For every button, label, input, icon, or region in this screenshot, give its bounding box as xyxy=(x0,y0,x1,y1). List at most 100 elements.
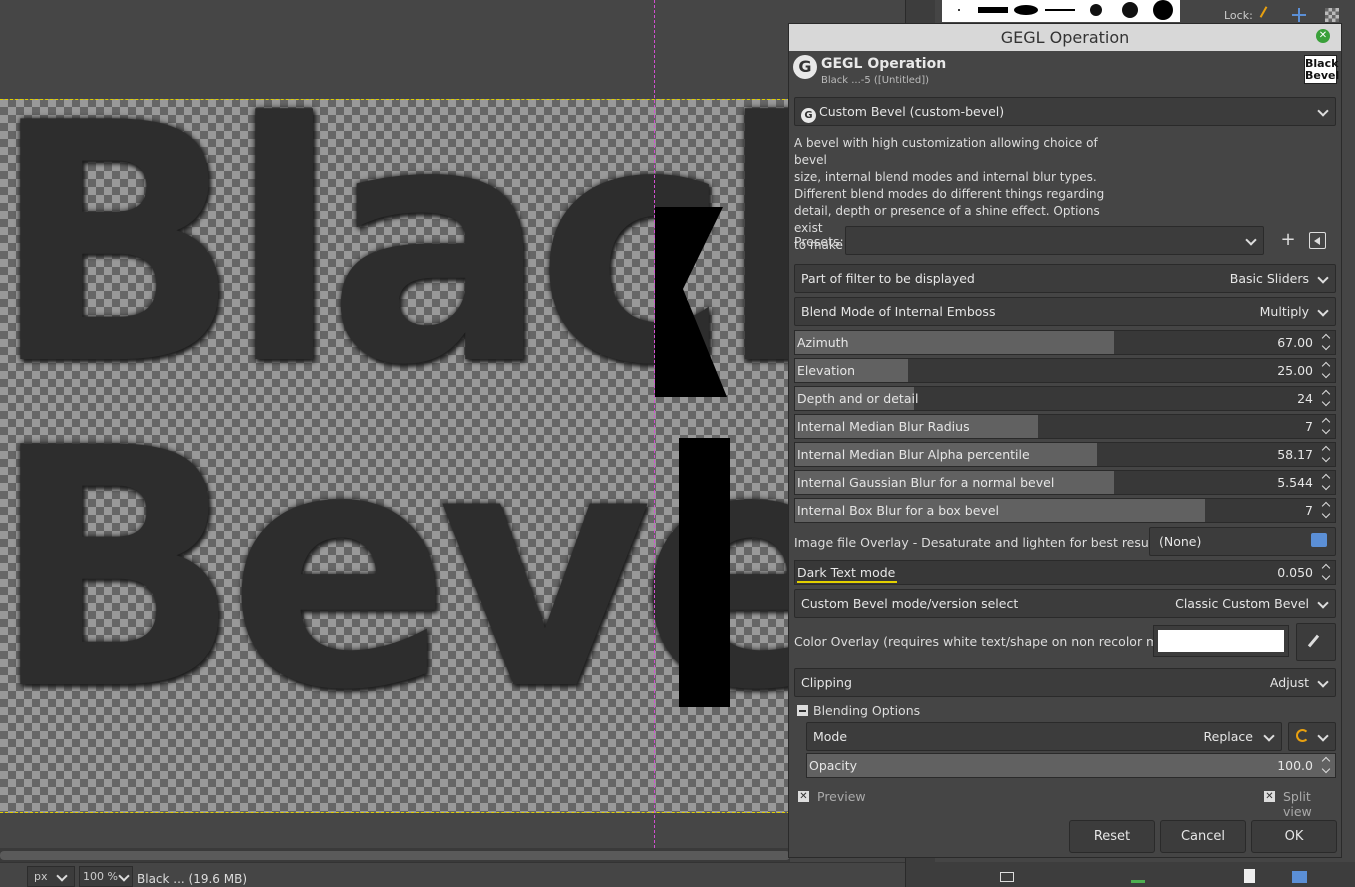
dialog-title: GEGL Operation xyxy=(1000,28,1130,47)
slider-label: Internal Box Blur for a box bevel xyxy=(797,503,999,518)
spin-buttons[interactable] xyxy=(1319,387,1335,410)
parameter-slider[interactable]: Elevation 25.00 xyxy=(794,358,1336,383)
spin-buttons[interactable] xyxy=(1319,499,1335,522)
spin-buttons[interactable] xyxy=(1319,415,1335,438)
lock-alpha-icon[interactable] xyxy=(1325,8,1339,22)
add-preset-button[interactable]: + xyxy=(1278,230,1298,250)
chevron-down-icon xyxy=(1317,105,1329,117)
scrollbar-thumb[interactable] xyxy=(0,851,790,860)
slider-value: 67.00 xyxy=(1277,335,1313,350)
chevron-down-icon xyxy=(56,870,68,882)
image-overlay-value: (None) xyxy=(1159,534,1202,549)
parameter-slider[interactable]: Depth and or detail 24 xyxy=(794,386,1336,411)
new-document-icon[interactable] xyxy=(1244,869,1255,883)
unit-value: px xyxy=(34,870,48,883)
import-icon[interactable] xyxy=(1131,869,1145,883)
lock-label: Lock: xyxy=(1224,9,1253,22)
bevel-mode-value: Classic Custom Bevel xyxy=(1175,596,1309,611)
status-text: Black ... (19.6 MB) xyxy=(137,872,248,886)
unfiltered-k-shape xyxy=(655,207,727,397)
split-view-checkbox[interactable]: ✕ xyxy=(1264,791,1275,802)
spin-buttons[interactable] xyxy=(1319,754,1335,777)
slider-value: 7 xyxy=(1305,503,1313,518)
split-view-label: Split view xyxy=(1283,789,1312,819)
parameter-slider[interactable]: Internal Box Blur for a box bevel 7 xyxy=(794,498,1336,523)
delete-brush-icon[interactable] xyxy=(1000,872,1014,882)
slider-value: 5.544 xyxy=(1277,475,1313,490)
spin-buttons[interactable] xyxy=(1319,359,1335,382)
chevron-down-icon xyxy=(1317,730,1329,742)
slider-value: 100.0 xyxy=(1277,758,1313,773)
gegl-logo-icon: G xyxy=(793,55,817,79)
collapse-icon[interactable] xyxy=(797,705,808,716)
operation-select[interactable]: G Custom Bevel (custom-bevel) xyxy=(794,97,1336,126)
image-overlay-label: Image file Overlay - Desaturate and ligh… xyxy=(794,535,1164,550)
blend-emboss-label: Blend Mode of Internal Emboss xyxy=(801,304,996,319)
slider-value: 24 xyxy=(1297,391,1313,406)
parameter-slider[interactable]: Internal Gaussian Blur for a normal beve… xyxy=(794,470,1336,495)
ok-button[interactable]: OK xyxy=(1251,820,1337,853)
brush-preview-strip[interactable] xyxy=(942,0,1180,22)
preset-menu-icon[interactable] xyxy=(1309,232,1326,249)
part-filter-value: Basic Sliders xyxy=(1229,271,1309,286)
color-picker-button[interactable] xyxy=(1296,623,1336,661)
presets-label: Presets: xyxy=(794,234,844,249)
zoom-select[interactable]: 100 % xyxy=(79,866,133,887)
color-overlay-label: Color Overlay (requires white text/shape… xyxy=(794,634,1189,649)
spin-buttons[interactable] xyxy=(1319,561,1335,584)
chevron-down-icon xyxy=(1317,676,1329,688)
parameter-slider[interactable]: Azimuth 67.00 xyxy=(794,330,1336,355)
preview-checkbox[interactable]: ✕ xyxy=(798,791,809,802)
chevron-down-icon xyxy=(1317,272,1329,284)
clipping-select[interactable]: Clipping Adjust xyxy=(794,668,1336,697)
slider-label: Internal Gaussian Blur for a normal beve… xyxy=(797,475,1055,490)
part-filter-label: Part of filter to be displayed xyxy=(801,271,975,286)
unit-select[interactable]: px xyxy=(27,866,75,887)
part-filter-select[interactable]: Part of filter to be displayed Basic Sli… xyxy=(794,264,1336,293)
slider-label: Internal Median Blur Alpha percentile xyxy=(797,447,1030,462)
clipping-label: Clipping xyxy=(801,675,852,690)
slider-label: Depth and or detail xyxy=(797,391,919,406)
chevron-down-icon xyxy=(1263,730,1275,742)
description-line: Different blend modes do different thing… xyxy=(794,187,1105,201)
close-button[interactable]: ✕ xyxy=(1316,29,1330,43)
gegl-icon: G xyxy=(801,108,816,123)
color-overlay-swatch[interactable] xyxy=(1153,625,1289,657)
gegl-operation-dialog: GEGL Operation ✕ G GEGL Operation Black … xyxy=(788,23,1342,858)
spin-buttons[interactable] xyxy=(1319,471,1335,494)
slider-value: 0.050 xyxy=(1277,565,1313,580)
presets-select[interactable] xyxy=(845,226,1264,255)
lock-position-icon[interactable] xyxy=(1292,8,1306,22)
opacity-slider[interactable]: Opacity 100.0 xyxy=(806,753,1336,778)
blend-emboss-value: Multiply xyxy=(1259,304,1309,319)
preview-label: Preview xyxy=(817,789,866,804)
header-subtitle: Black ...-5 ([Untitled]) xyxy=(821,75,930,86)
description-line: size, internal blend modes and internal … xyxy=(794,170,1097,184)
spin-buttons[interactable] xyxy=(1319,443,1335,466)
chevron-down-icon xyxy=(1317,597,1329,609)
vertical-guide[interactable] xyxy=(654,0,655,848)
parameter-slider[interactable]: Internal Median Blur Alpha percentile 58.… xyxy=(794,442,1336,467)
blending-options-label[interactable]: Blending Options xyxy=(813,703,920,718)
color-swatch-fill xyxy=(1158,630,1284,652)
reset-button[interactable]: Reset xyxy=(1069,820,1155,853)
reset-mode-icon xyxy=(1296,729,1309,742)
slider-label: Opacity xyxy=(809,758,858,773)
bevel-mode-select[interactable]: Custom Bevel mode/version select Classic… xyxy=(794,589,1336,618)
unfiltered-l-shape xyxy=(679,438,730,707)
mode-label: Mode xyxy=(813,729,848,744)
slider-value: 7 xyxy=(1305,419,1313,434)
cancel-button[interactable]: Cancel xyxy=(1160,820,1246,853)
slider-label: Internal Median Blur Radius xyxy=(797,419,970,434)
mode-select[interactable]: Mode Replace xyxy=(806,722,1282,751)
slider-label: Azimuth xyxy=(797,335,849,350)
slider-fill xyxy=(807,754,1335,777)
clipping-value: Adjust xyxy=(1269,675,1309,690)
bevel-mode-label: Custom Bevel mode/version select xyxy=(801,596,1019,611)
operation-value: Custom Bevel (custom-bevel) xyxy=(819,104,1005,119)
description-line: A bevel with high customization allowing… xyxy=(794,136,1098,167)
spin-buttons[interactable] xyxy=(1319,331,1335,354)
parameter-slider[interactable]: Internal Median Blur Radius 7 xyxy=(794,414,1336,439)
open-folder-icon[interactable] xyxy=(1292,871,1307,883)
blend-emboss-select[interactable]: Blend Mode of Internal Emboss Multiply xyxy=(794,297,1336,326)
